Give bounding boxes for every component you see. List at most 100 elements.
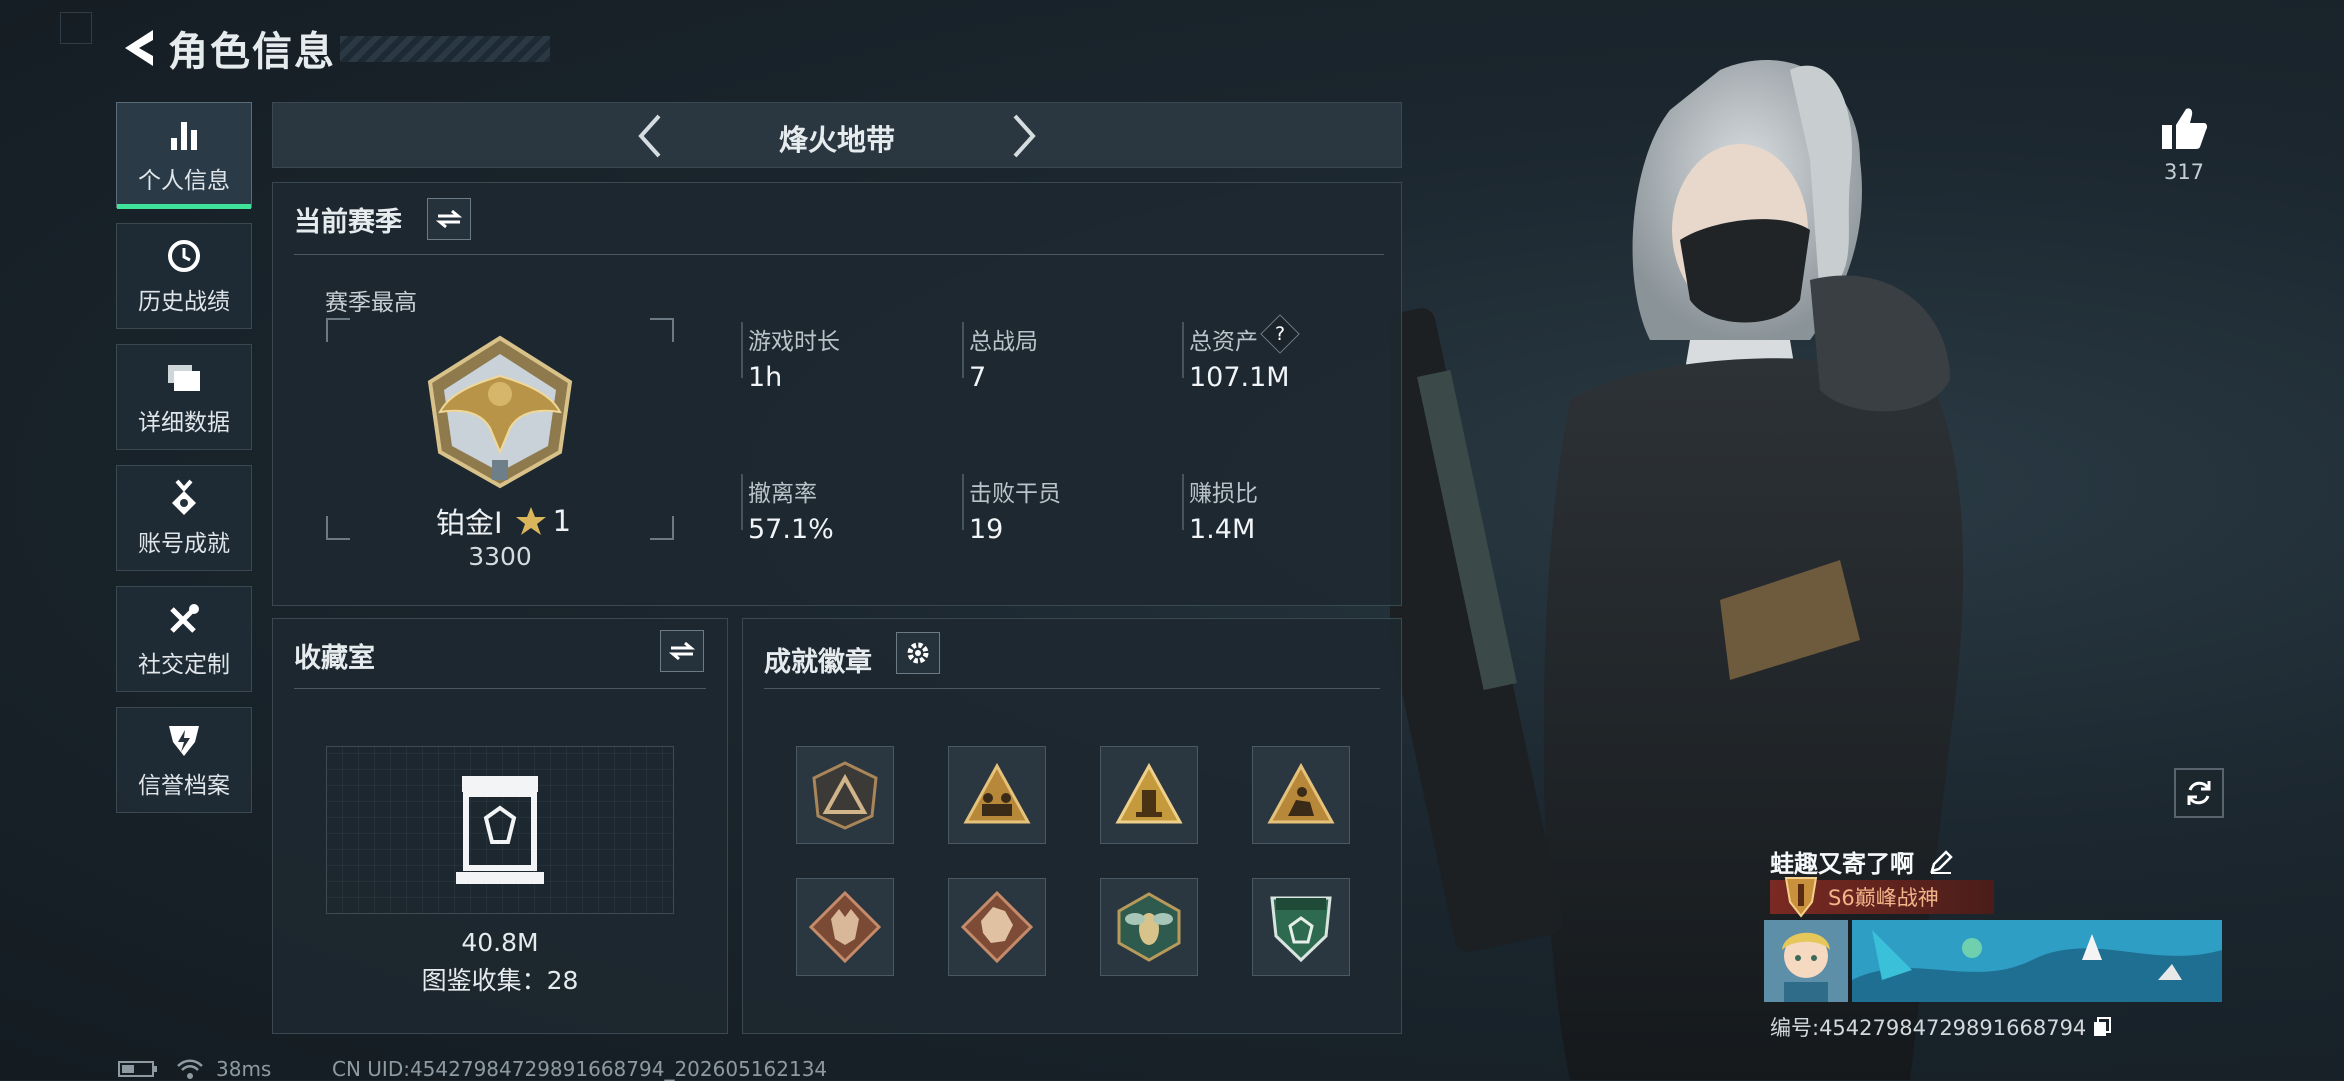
stat-total-assets-value: 107.1M <box>1189 362 1290 393</box>
achievements-settings-button[interactable] <box>896 632 940 674</box>
collection-count: 图鉴收集：28 <box>421 966 579 995</box>
green-shield-badge-icon <box>1270 896 1332 963</box>
crouch-triangle-badge-icon <box>1267 762 1335 824</box>
copy-icon[interactable] <box>2092 1016 2112 1038</box>
stat-extract-rate-value: 57.1% <box>748 514 834 545</box>
mode-name: 烽火地带 <box>778 123 895 157</box>
chevron-right-icon <box>1013 114 1036 158</box>
sidebar-item-label: 历史战绩 <box>138 289 230 315</box>
bronze-triangle-badge-icon <box>812 761 878 830</box>
sidebar-item-label: 详细数据 <box>138 410 230 436</box>
wolf-diamond-badge-icon <box>809 891 881 963</box>
rank-points: 3300 <box>468 542 532 571</box>
like-count: 317 <box>2163 160 2205 184</box>
cn-uid: CN UID:45427984729891668794_202605162134 <box>332 1057 828 1081</box>
achievement-badge[interactable] <box>948 878 1046 976</box>
profile-banner <box>1852 920 2222 1002</box>
divider <box>741 322 743 378</box>
status-bar: 38ms <box>118 1057 271 1081</box>
header-decoration <box>340 36 550 62</box>
refresh-button[interactable] <box>2174 768 2224 818</box>
divider <box>962 474 964 530</box>
title-emblem-icon <box>1784 877 1818 918</box>
season-switch-button[interactable] <box>427 198 471 240</box>
history-clock-icon <box>164 236 204 276</box>
tools-icon <box>164 599 204 639</box>
achievement-badge[interactable] <box>796 746 894 844</box>
season-title: 当前赛季 <box>294 207 402 238</box>
swap-icon <box>669 641 695 661</box>
platinum-rank-emblem <box>427 335 573 489</box>
stat-play-time-value: 1h <box>748 362 783 393</box>
achievement-badge[interactable] <box>1100 878 1198 976</box>
divider <box>962 322 964 378</box>
achievement-badge[interactable] <box>1100 746 1198 844</box>
sidebar-item-label: 信誉档案 <box>138 773 230 799</box>
header: 角色信息 <box>118 22 336 75</box>
collection-value: 40.8M <box>461 928 539 957</box>
collection-title: 收藏室 <box>294 643 375 674</box>
sidebar-item-social[interactable]: 社交定制 <box>116 586 252 692</box>
stat-play-time-label: 游戏时长 <box>748 329 840 355</box>
rank-line: 铂金Ⅰ 1 <box>436 500 571 542</box>
next-mode-button[interactable] <box>999 111 1049 161</box>
stat-profit-ratio-label: 赚损比 <box>1189 481 1258 507</box>
player-uid: 编号:4542798472989166879​4 <box>1770 1012 2112 1042</box>
sidebar: 个人信息 历史战绩 详细数据 账号成就 社交定制 信誉档案 <box>116 102 254 828</box>
page-title: 角色信息 <box>168 29 336 75</box>
sidebar-item-label: 社交定制 <box>138 652 230 678</box>
player-name: 蛙趣又寄了啊 <box>1770 844 1954 879</box>
shield-lightning-icon <box>164 720 204 760</box>
medal-icon <box>164 478 204 518</box>
player-uid-text: 编号:4542798472989166879​4 <box>1770 1016 2087 1040</box>
stat-kills-label: 击败干员 <box>969 481 1061 507</box>
sidebar-item-credit[interactable]: 信誉档案 <box>116 707 252 813</box>
achievements-title: 成就徽章 <box>764 647 872 678</box>
like-button[interactable] <box>2152 96 2216 160</box>
divider <box>294 688 706 689</box>
sidebar-item-achievements[interactable]: 账号成就 <box>116 465 252 571</box>
edit-pencil-icon[interactable] <box>1928 849 1954 875</box>
divider <box>294 254 1384 255</box>
sidebar-item-history[interactable]: 历史战绩 <box>116 223 252 329</box>
achievement-badge[interactable] <box>796 878 894 976</box>
collection-vault-icon <box>456 776 544 884</box>
sidebar-item-details[interactable]: 详细数据 <box>116 344 252 450</box>
player-title: S6巅峰战神 <box>1828 886 1939 910</box>
stat-total-assets-label: 总资产 <box>1189 329 1258 355</box>
back-arrow-icon <box>125 30 153 66</box>
divider <box>1182 322 1184 378</box>
season-best-label: 赛季最高 <box>325 290 417 316</box>
team-triangle-badge-icon <box>963 762 1031 824</box>
bar-chart-icon <box>164 115 204 155</box>
player-name-text: 蛙趣又寄了啊 <box>1770 850 1914 878</box>
sidebar-item-personal-info[interactable]: 个人信息 <box>116 102 252 209</box>
folders-icon <box>164 357 204 397</box>
wifi-icon <box>177 1059 203 1079</box>
avatar[interactable] <box>1764 920 1848 1002</box>
achievement-badge[interactable] <box>948 746 1046 844</box>
star-icon <box>515 507 546 535</box>
corner-decoration <box>60 12 92 44</box>
thumbs-up-icon <box>2162 108 2208 149</box>
collection-switch-button[interactable] <box>660 630 704 672</box>
supply-triangle-badge-icon <box>1115 762 1183 824</box>
stat-kills-value: 19 <box>969 514 1004 545</box>
mode-switcher: 烽火地带 <box>272 102 1402 168</box>
divider <box>1182 474 1184 530</box>
gear-icon <box>907 642 929 664</box>
battery-icon <box>118 1061 157 1077</box>
sidebar-item-label: 账号成就 <box>138 531 230 557</box>
stat-extract-rate-label: 撤离率 <box>748 481 817 507</box>
divider <box>741 474 743 530</box>
rank-stars: 1 <box>552 504 572 538</box>
rank-name: 铂金Ⅰ <box>436 506 503 540</box>
refresh-icon <box>2187 781 2211 805</box>
ping-value: 38ms <box>216 1057 272 1081</box>
achievement-badge[interactable] <box>1252 878 1350 976</box>
achievement-badge[interactable] <box>1252 746 1350 844</box>
stat-total-matches-value: 7 <box>969 362 987 393</box>
divider <box>764 688 1380 689</box>
stat-profit-ratio-value: 1.4M <box>1189 514 1256 545</box>
back-button[interactable] <box>118 25 158 71</box>
